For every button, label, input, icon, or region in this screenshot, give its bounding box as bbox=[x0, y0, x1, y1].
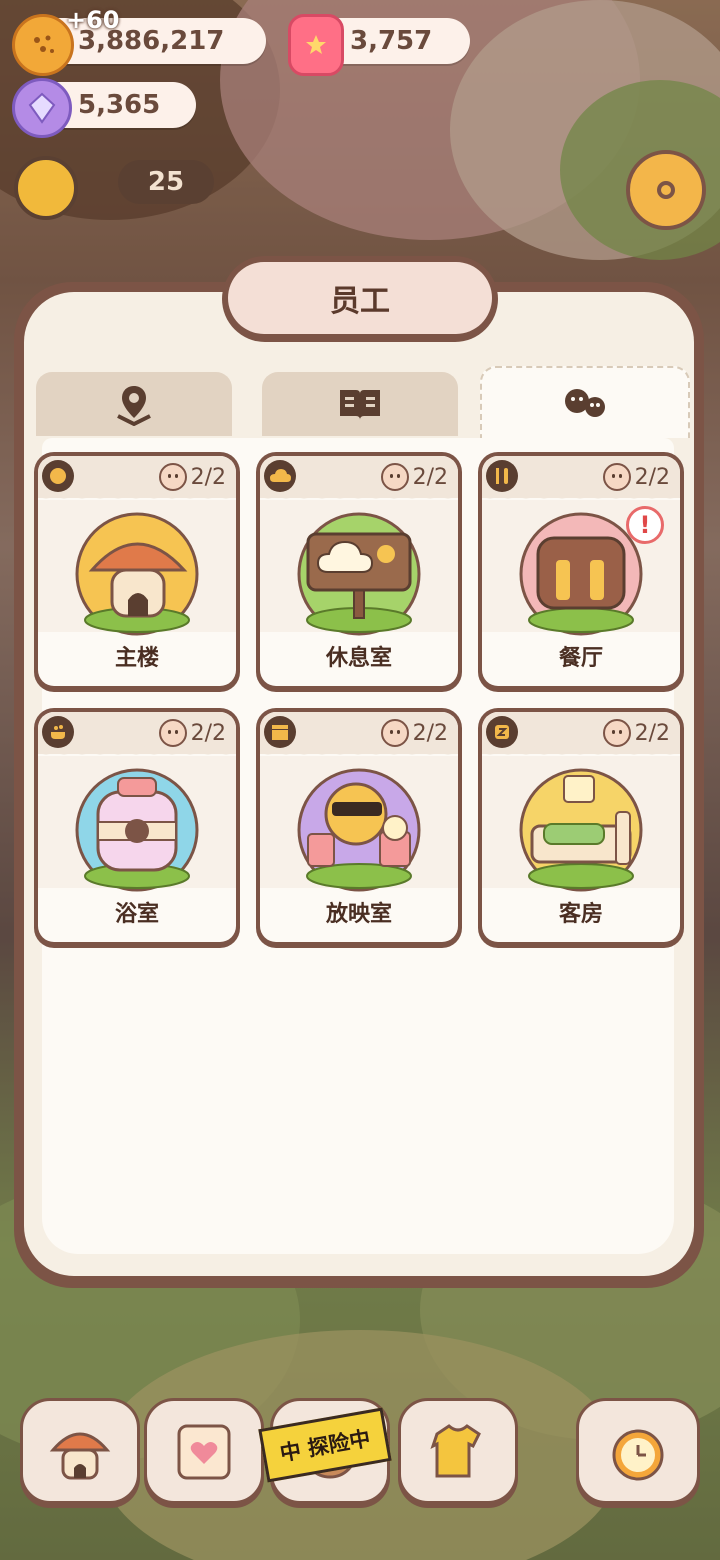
nav-diary-button[interactable] bbox=[144, 1398, 264, 1504]
alert-badge: ! bbox=[626, 506, 664, 544]
sleep-icon bbox=[486, 716, 518, 748]
room-card-guest-room[interactable]: 2/2 客房 bbox=[478, 708, 684, 948]
staff-count-value: 2/2 bbox=[412, 720, 448, 746]
fork-knife-icon bbox=[486, 460, 518, 492]
staff-count: 2/2 bbox=[602, 716, 670, 750]
staff-face-icon bbox=[380, 719, 409, 747]
panel-title-plate: 员工 bbox=[222, 256, 498, 342]
diary-icon bbox=[177, 1424, 231, 1480]
bath-jar-icon bbox=[75, 768, 199, 892]
staff-count-value: 2/2 bbox=[190, 720, 226, 746]
staff-face-icon bbox=[380, 463, 409, 491]
nav-house-button[interactable] bbox=[20, 1398, 140, 1504]
jelly-currency-icon bbox=[288, 14, 344, 76]
room-card-main-building[interactable]: 2/2 主楼 bbox=[34, 452, 240, 692]
cookie-currency-icon bbox=[12, 14, 74, 76]
room-card-bathroom[interactable]: 2/2 浴室 bbox=[34, 708, 240, 948]
settings-gear-icon[interactable] bbox=[626, 150, 706, 230]
hud-level-value: 25 bbox=[147, 167, 185, 197]
room-label: 浴室 bbox=[114, 902, 159, 927]
staff-count-value: 2/2 bbox=[634, 720, 670, 746]
staff-count: 2/2 bbox=[380, 716, 448, 750]
lounge-sign-icon bbox=[297, 512, 421, 636]
staff-face-icon bbox=[602, 719, 631, 747]
bath-icon bbox=[42, 716, 74, 748]
shirt-icon bbox=[430, 1424, 481, 1478]
bed-icon bbox=[519, 768, 643, 892]
staff-count-value: 2/2 bbox=[634, 464, 670, 490]
nav-outfit-button[interactable] bbox=[398, 1398, 518, 1504]
room-card-restaurant[interactable]: 2/2 ! 餐厅 bbox=[478, 452, 684, 692]
clapperboard-icon bbox=[264, 716, 296, 748]
tab-book[interactable] bbox=[262, 372, 458, 436]
staff-face-icon bbox=[602, 463, 631, 491]
alarm-clock-icon bbox=[612, 1429, 664, 1481]
staff-count-value: 2/2 bbox=[190, 464, 226, 490]
movie-cookie-icon bbox=[297, 768, 421, 892]
crystal-currency-icon bbox=[12, 78, 72, 138]
hud-level-counter[interactable]: 25 bbox=[118, 160, 214, 204]
staff-count-value: 2/2 bbox=[412, 464, 448, 490]
sun-badge-icon[interactable] bbox=[14, 156, 78, 220]
staff-count: 2/2 bbox=[158, 460, 226, 494]
room-label: 餐厅 bbox=[558, 646, 603, 671]
book-icon bbox=[340, 390, 380, 420]
staff-count: 2/2 bbox=[602, 460, 670, 494]
staff-face-icon bbox=[158, 719, 187, 747]
jelly-count: 3,757 bbox=[350, 26, 433, 56]
crystal-count: 5,365 bbox=[78, 90, 161, 120]
room-card-lounge[interactable]: 2/2 休息室 bbox=[256, 452, 462, 692]
staff-count: 2/2 bbox=[158, 716, 226, 750]
nav-alarm-button[interactable] bbox=[576, 1398, 700, 1504]
room-label: 客房 bbox=[558, 902, 603, 927]
room-label: 休息室 bbox=[325, 646, 392, 671]
room-label: 主楼 bbox=[114, 646, 159, 671]
house-icon bbox=[49, 1432, 111, 1480]
staff-face-icon bbox=[158, 463, 187, 491]
map-pin-icon bbox=[117, 386, 151, 426]
cookie-group-icon bbox=[565, 389, 605, 417]
mushroom-house-icon bbox=[75, 512, 199, 636]
tab-staff[interactable] bbox=[480, 366, 690, 438]
panel-title: 员工 bbox=[228, 262, 492, 334]
tab-location[interactable] bbox=[36, 372, 232, 436]
staff-count: 2/2 bbox=[380, 460, 448, 494]
room-card-screening-room[interactable]: 2/2 放映室 bbox=[256, 708, 462, 948]
cookie-icon bbox=[42, 460, 74, 492]
cookie-gain-popup: +60 bbox=[66, 6, 120, 34]
room-label: 放映室 bbox=[325, 902, 392, 927]
cloud-icon bbox=[264, 460, 296, 492]
